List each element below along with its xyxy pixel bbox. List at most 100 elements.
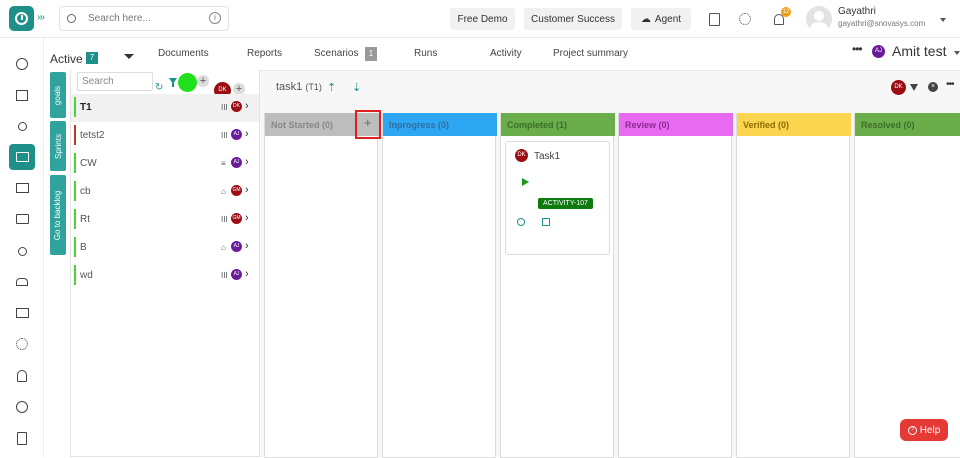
play-icon[interactable] xyxy=(522,178,529,186)
more-options-icon[interactable]: ••• xyxy=(852,42,863,56)
board-header: task1 (T1) ⇡ ⇣ DK × ••• xyxy=(260,71,960,103)
card-title[interactable]: Task1 xyxy=(534,151,560,162)
assignee-avatar[interactable]: AJ xyxy=(231,269,242,280)
download-icon[interactable]: ⇣ xyxy=(352,81,361,94)
assignee-avatar[interactable]: AJ xyxy=(231,157,242,168)
board-title-text: task1 xyxy=(276,81,303,93)
expand-sidebar-icon[interactable]: ››› xyxy=(37,12,45,23)
assignee-avatar[interactable]: DK xyxy=(231,101,242,112)
app-logo[interactable] xyxy=(9,6,34,31)
sprints-tab[interactable]: Sprints xyxy=(50,121,66,171)
tab-scenarios[interactable]: Scenarios xyxy=(314,48,358,59)
goals-tab[interactable]: goals xyxy=(50,72,66,118)
calendar-icon[interactable] xyxy=(13,86,31,104)
dashboard-icon[interactable] xyxy=(13,55,31,73)
report-icon[interactable] xyxy=(13,429,31,447)
task-status-bar xyxy=(74,237,76,257)
alarm-icon[interactable] xyxy=(13,398,31,416)
task-status-bar xyxy=(74,181,76,201)
task-row[interactable]: T1 III DK › xyxy=(71,94,259,122)
column-header[interactable]: Review (0) xyxy=(619,113,733,136)
profile-icon[interactable] xyxy=(13,367,31,385)
column-header[interactable]: Resolved (0) xyxy=(855,113,960,136)
search-box[interactable]: Search here... i xyxy=(59,6,229,31)
refresh-icon[interactable]: ↻ xyxy=(155,82,163,93)
task-row[interactable]: wd III AJ › xyxy=(71,262,259,290)
clock-icon[interactable] xyxy=(517,218,525,226)
project-user-name[interactable]: Amit test xyxy=(892,43,946,59)
add-goal-button[interactable]: + xyxy=(197,75,209,87)
board-filter-icon[interactable] xyxy=(910,84,918,91)
tab-documents[interactable]: Documents xyxy=(158,48,209,59)
task-list-panel: Search ↻ + DK + T1 III DK › tetst2 III AJ › CW ≡ A… xyxy=(70,70,260,457)
column-header[interactable]: Inprogress (0) xyxy=(383,113,497,136)
board-title: task1 (T1) xyxy=(276,81,322,93)
priority-icon: III xyxy=(221,271,228,280)
column-header[interactable]: Completed (1) xyxy=(501,113,615,136)
chevron-right-icon[interactable]: › xyxy=(245,212,249,224)
task-search-input[interactable]: Search xyxy=(77,72,153,91)
card-icon[interactable] xyxy=(13,210,31,228)
board-owner-avatar[interactable]: DK xyxy=(891,80,906,95)
project-user-caret-icon[interactable] xyxy=(954,51,960,55)
user-menu-caret-icon[interactable] xyxy=(940,18,946,22)
tab-runs[interactable]: Runs xyxy=(414,48,437,59)
users-icon[interactable] xyxy=(13,242,31,260)
bell-icon[interactable]: 12 xyxy=(771,7,791,27)
tab-project-summary[interactable]: Project summary xyxy=(553,48,628,59)
assignee-avatar[interactable]: AJ xyxy=(231,241,242,252)
assignee-avatar[interactable]: GM xyxy=(231,185,242,196)
task-row[interactable]: B ⌂ AJ › xyxy=(71,234,259,262)
task-name: wd xyxy=(80,270,93,281)
board-more-icon[interactable]: ••• xyxy=(946,79,954,90)
task-row[interactable]: cb ⌂ GM › xyxy=(71,178,259,206)
calendar-icon[interactable] xyxy=(542,218,550,226)
add-task-icon[interactable]: + xyxy=(364,115,372,130)
customer-success-button[interactable]: Customer Success xyxy=(524,8,622,30)
task-name: tetst2 xyxy=(80,130,105,141)
chevron-down-icon[interactable] xyxy=(124,54,134,59)
add-task-highlight[interactable]: + xyxy=(355,110,381,139)
assignee-avatar[interactable]: GM xyxy=(231,213,242,224)
mail-icon[interactable] xyxy=(13,304,31,322)
go-to-backlog-tab[interactable]: Go to backlog xyxy=(50,175,66,255)
chevron-right-icon[interactable]: › xyxy=(245,128,249,140)
gear-icon[interactable] xyxy=(13,335,31,353)
cloud-upload-icon: ☁ xyxy=(640,13,651,25)
filter-icon[interactable] xyxy=(169,78,177,87)
task-row[interactable]: tetst2 III AJ › xyxy=(71,122,259,150)
user-icon[interactable] xyxy=(13,117,31,135)
sprints-tab-label: Sprints xyxy=(53,133,63,159)
settings-icon[interactable] xyxy=(737,11,753,27)
close-icon[interactable]: × xyxy=(928,82,938,92)
tab-reports[interactable]: Reports xyxy=(247,48,282,59)
agent-button[interactable]: ☁ Agent xyxy=(631,8,691,30)
upload-icon[interactable]: ⇡ xyxy=(327,81,336,94)
monitor-icon[interactable] xyxy=(13,179,31,197)
chevron-right-icon[interactable]: › xyxy=(245,184,249,196)
task-card[interactable]: DK Task1 ACTIVITY-107 xyxy=(505,141,610,255)
task-name: T1 xyxy=(80,102,92,113)
card-owner-avatar[interactable]: DK xyxy=(515,149,528,162)
chevron-right-icon[interactable]: › xyxy=(245,100,249,112)
free-demo-button[interactable]: Free Demo xyxy=(450,8,515,30)
scenarios-count-badge: 1 xyxy=(365,47,377,61)
help-button[interactable]: ? Help xyxy=(900,419,948,441)
tab-activity[interactable]: Activity xyxy=(490,48,522,59)
chevron-right-icon[interactable]: › xyxy=(245,268,249,280)
task-row[interactable]: CW ≡ AJ › xyxy=(71,150,259,178)
help-icon: ? xyxy=(907,425,917,435)
project-user-avatar[interactable]: AJ xyxy=(872,45,885,58)
search-input[interactable]: Search here... xyxy=(88,13,151,24)
team-icon[interactable] xyxy=(13,273,31,291)
chevron-right-icon[interactable]: › xyxy=(245,156,249,168)
user-avatar[interactable] xyxy=(806,6,832,32)
task-row[interactable]: Rt III GM › xyxy=(71,206,259,234)
column-header[interactable]: Verified (0) xyxy=(737,113,851,136)
active-filter-label[interactable]: Active xyxy=(50,52,83,66)
info-icon[interactable]: i xyxy=(209,12,221,24)
projects-icon[interactable] xyxy=(9,144,35,170)
document-icon[interactable] xyxy=(706,11,722,27)
assignee-avatar[interactable]: AJ xyxy=(231,129,242,140)
chevron-right-icon[interactable]: › xyxy=(245,240,249,252)
